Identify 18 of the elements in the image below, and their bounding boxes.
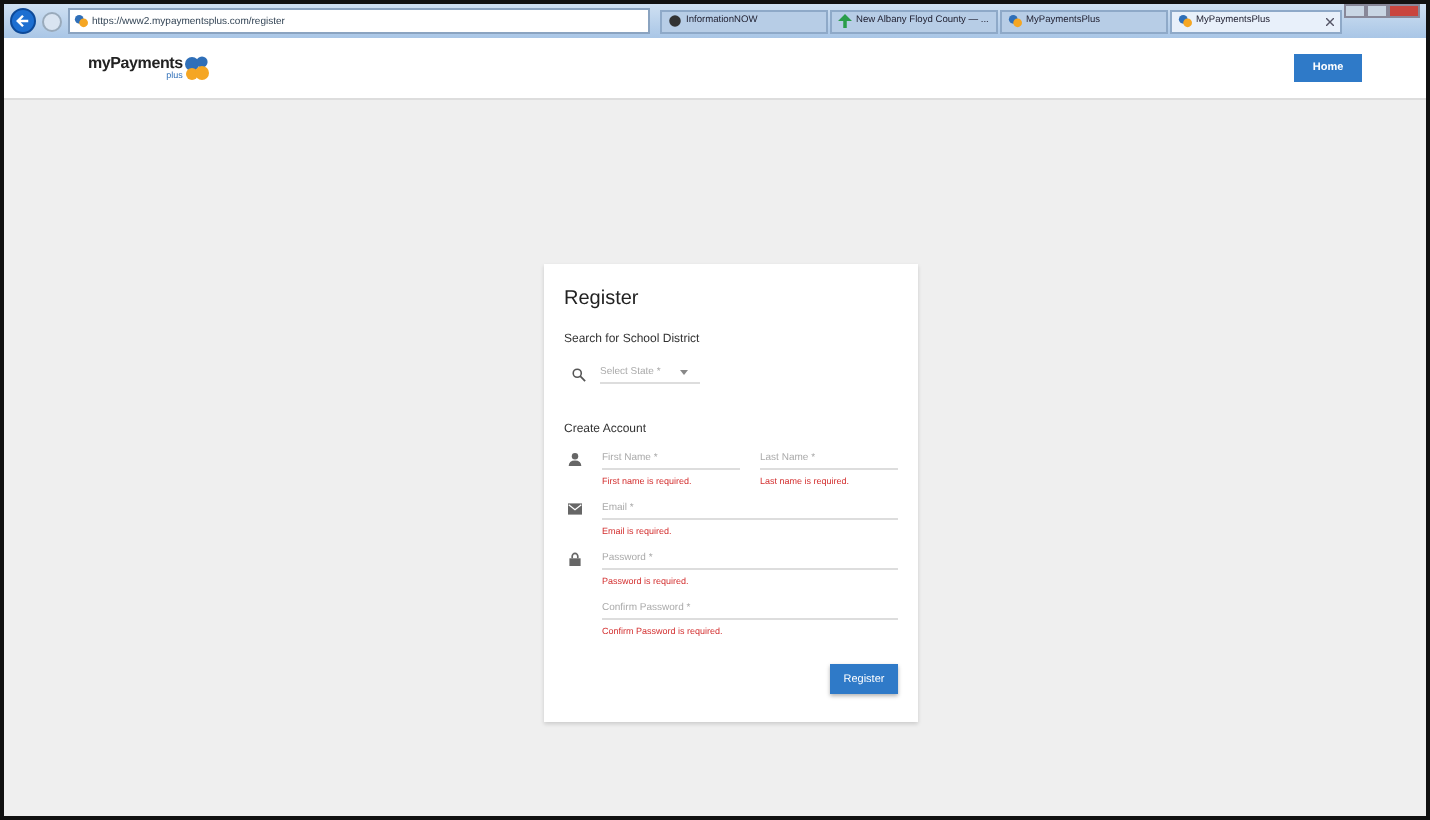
maximize-button[interactable] [1366, 4, 1388, 18]
caret-icon [680, 369, 688, 375]
minimize-button[interactable] [1344, 4, 1366, 18]
logo-icon [1178, 14, 1192, 28]
logo-text: myPayments [88, 55, 183, 72]
logo-icon [182, 54, 211, 82]
arrow-icon [16, 14, 30, 28]
card-title: Register [564, 288, 641, 310]
back-button[interactable] [10, 8, 36, 34]
search-icon [572, 367, 586, 381]
close-icon[interactable] [1326, 17, 1334, 25]
person-icon [568, 452, 582, 466]
lock-icon [568, 552, 582, 566]
close-button[interactable] [1388, 4, 1420, 18]
logo-icon [1008, 14, 1022, 28]
logo-icon [74, 14, 88, 28]
forward-button[interactable] [42, 11, 62, 31]
mail-icon [568, 502, 582, 516]
